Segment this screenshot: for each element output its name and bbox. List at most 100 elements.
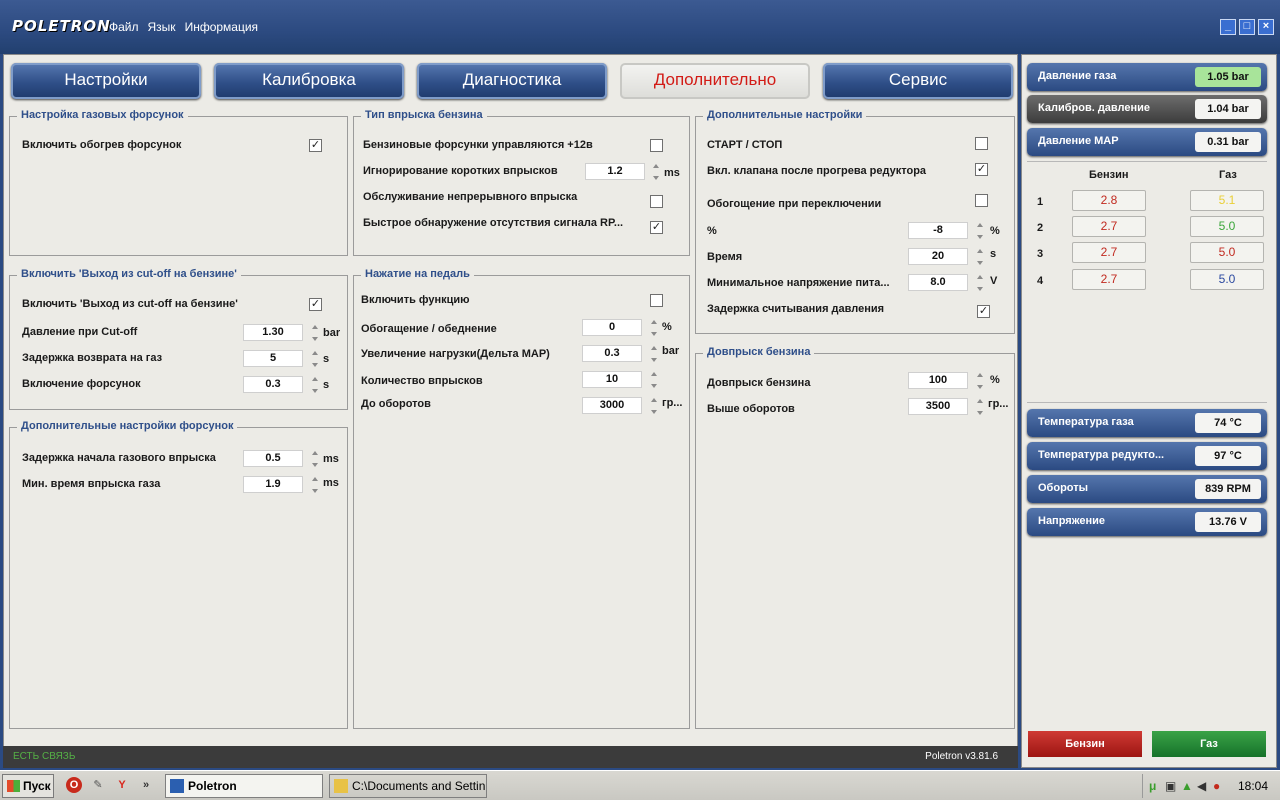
group-pedal-press: Нажатие на педаль Включить функцию Обога… — [353, 268, 690, 729]
divider — [1027, 161, 1267, 162]
group-gas-injector-settings: Настройка газовых форсунок Включить обог… — [9, 109, 348, 256]
volume-icon[interactable]: ◀ — [1197, 779, 1206, 793]
return-delay-input[interactable]: 5 — [243, 350, 303, 367]
utorrent-icon[interactable]: μ — [1149, 779, 1156, 793]
task-explorer[interactable]: C:\Documents and Settin... — [329, 774, 487, 798]
yandex-icon[interactable]: Y — [114, 777, 130, 793]
task-poletron[interactable]: Poletron — [165, 774, 323, 798]
spinner-icon[interactable] — [311, 324, 318, 342]
unit-label: s — [323, 379, 330, 391]
more-chevron-icon[interactable]: » — [138, 777, 154, 793]
petrol-12v-checkbox[interactable] — [650, 139, 663, 152]
signal-icon[interactable]: ▲ — [1181, 779, 1193, 793]
injector-heating-checkbox[interactable]: ✓ — [309, 139, 322, 152]
spinner-icon[interactable] — [650, 397, 657, 415]
menu-language[interactable]: Язык — [148, 20, 176, 34]
switch-to-benzin-button[interactable]: Бензин — [1028, 731, 1142, 757]
pressure-read-delay-checkbox[interactable]: ✓ — [977, 305, 990, 318]
ignore-short-input[interactable]: 1.2 — [585, 163, 645, 180]
valve-after-warmup-checkbox[interactable]: ✓ — [975, 163, 988, 176]
opera-icon[interactable]: O — [66, 777, 82, 793]
unit-label: гр... — [988, 398, 1009, 410]
injector-enable-input[interactable]: 0.3 — [243, 376, 303, 393]
above-rpm-input[interactable]: 3500 — [908, 398, 968, 415]
spinner-icon[interactable] — [650, 319, 657, 337]
min-voltage-label: Минимальное напряжение пита... — [707, 277, 890, 289]
cutoff-enable-checkbox[interactable]: ✓ — [309, 298, 322, 311]
start-stop-checkbox[interactable] — [975, 137, 988, 150]
tab-settings[interactable]: Настройки — [11, 63, 201, 99]
group-title: Нажатие на педаль — [361, 268, 474, 280]
menu-info[interactable]: Информация — [185, 20, 258, 34]
cutoff-pressure-input[interactable]: 1.30 — [243, 324, 303, 341]
pedal-enable-checkbox[interactable] — [650, 294, 663, 307]
cutoff-pressure-label: Давление при Cut-off — [22, 326, 138, 338]
tool-icon[interactable]: ✎ — [90, 777, 106, 793]
start-button[interactable]: Пуск — [2, 774, 54, 798]
injection-count-input[interactable]: 10 — [582, 371, 642, 388]
side-panel: Давление газа 1.05 bar Калибров. давлени… — [1021, 54, 1277, 768]
enrichment-input[interactable]: 0 — [582, 319, 642, 336]
spinner-icon[interactable] — [976, 372, 983, 390]
spinner-icon[interactable] — [652, 163, 659, 181]
poletron-icon — [170, 779, 184, 793]
rpm-signal-checkbox[interactable]: ✓ — [650, 221, 663, 234]
injector-number: 3 — [1037, 248, 1044, 260]
spinner-icon[interactable] — [311, 450, 318, 468]
sync-icon[interactable]: ● — [1213, 779, 1220, 793]
unit-label: V — [990, 275, 998, 287]
unit-label: ms — [323, 477, 339, 489]
spinner-icon[interactable] — [976, 248, 983, 266]
close-icon[interactable]: × — [1258, 19, 1274, 35]
switch-to-gas-button[interactable]: Газ — [1152, 731, 1266, 757]
taskbar: Пуск O ✎ Y » Poletron C:\Documents and S… — [0, 770, 1280, 800]
tab-diagnostics[interactable]: Диагностика — [417, 63, 607, 99]
gas-start-delay-input[interactable]: 0.5 — [243, 450, 303, 467]
pressure-read-delay-label: Задержка считывания давления — [707, 303, 885, 315]
spinner-icon[interactable] — [311, 350, 318, 368]
tab-service[interactable]: Сервис — [823, 63, 1013, 99]
tab-calibration[interactable]: Калибровка — [214, 63, 404, 99]
min-gas-time-input[interactable]: 1.9 — [243, 476, 303, 493]
add-injection-label: Довпрыск бензина — [707, 377, 811, 389]
switch-enrichment-checkbox[interactable] — [975, 194, 988, 207]
unit-label: s — [990, 248, 997, 260]
return-delay-label: Задержка возврата на газ — [22, 352, 163, 364]
tab-additional[interactable]: Дополнительно — [620, 63, 810, 99]
maximize-icon[interactable]: □ — [1239, 19, 1255, 35]
time-input[interactable]: 20 — [908, 248, 968, 265]
spinner-icon[interactable] — [650, 371, 657, 389]
group-title: Дополнительные настройки — [703, 109, 867, 121]
spinner-icon[interactable] — [976, 222, 983, 240]
divider — [1027, 402, 1267, 403]
indicator-label: Обороты — [1038, 482, 1089, 494]
petrol-12v-label: Бензиновые форсунки управляются +12в — [363, 139, 593, 151]
start-label: Пуск — [23, 779, 51, 793]
task-label: C:\Documents and Settin... — [352, 779, 487, 793]
windows-flag-icon — [7, 780, 20, 792]
indicator-label: Давление газа — [1038, 70, 1117, 82]
menu-file[interactable]: Файл — [109, 20, 139, 34]
load-increase-input[interactable]: 0.3 — [582, 345, 642, 362]
task-label: Poletron — [188, 779, 237, 793]
min-voltage-input[interactable]: 8.0 — [908, 274, 968, 291]
spinner-icon[interactable] — [976, 274, 983, 292]
indicator-value: 13.76 V — [1195, 512, 1261, 532]
spinner-icon[interactable] — [650, 345, 657, 363]
percent-input[interactable]: -8 — [908, 222, 968, 239]
spinner-icon[interactable] — [976, 398, 983, 416]
injector-number: 4 — [1037, 275, 1044, 287]
calib-pressure-indicator: Калибров. давление 1.04 bar — [1027, 95, 1267, 123]
continuous-injection-checkbox[interactable] — [650, 195, 663, 208]
minimize-icon[interactable]: _ — [1220, 19, 1236, 35]
add-injection-input[interactable]: 100 — [908, 372, 968, 389]
unit-label: % — [990, 374, 1000, 386]
network-icon[interactable]: ▣ — [1165, 779, 1176, 793]
gas-pressure-indicator: Давление газа 1.05 bar — [1027, 63, 1267, 91]
enrichment-label: Обогащение / обеднение — [361, 323, 497, 335]
continuous-injection-label: Обслуживание непрерывного впрыска — [363, 191, 578, 203]
up-to-rpm-input[interactable]: 3000 — [582, 397, 642, 414]
injector-benzin-time: 2.7 — [1072, 269, 1146, 290]
spinner-icon[interactable] — [311, 376, 318, 394]
spinner-icon[interactable] — [311, 476, 318, 494]
